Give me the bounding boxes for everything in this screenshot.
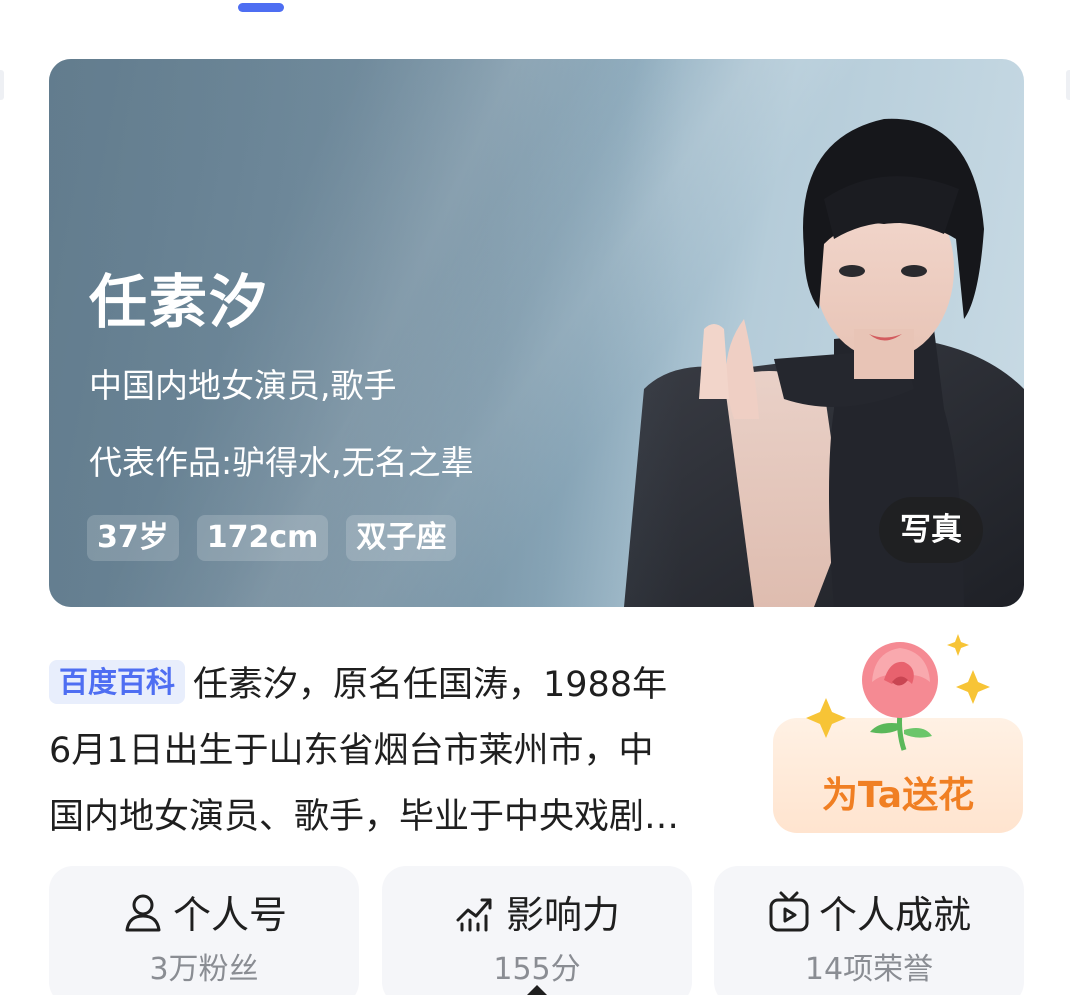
summary-line-1: 任素汐，原名任国涛，1988年: [193, 665, 668, 705]
personal-account-title: 个人号: [172, 893, 287, 937]
send-flower-label: 为Ta送花: [821, 775, 975, 816]
tab-indicator: [238, 3, 284, 12]
achievements-card[interactable]: 个人成就 14项荣誉: [714, 866, 1024, 995]
tv-play-icon: [769, 891, 809, 931]
baike-badge[interactable]: 百度百科: [49, 660, 186, 704]
trend-chart-icon: [456, 898, 492, 931]
person-name: 任素汐: [89, 268, 270, 336]
person-description: 中国内地女演员,歌手: [89, 366, 397, 405]
baike-summary[interactable]: 百度百科 任素汐，原名任国涛，1988年 6月1日出生于山东省烟台市莱州市，中 国…: [49, 652, 779, 850]
representative-works: 代表作品:驴得水,无名之辈: [89, 443, 474, 482]
summary-line-2: 6月1日出生于山东省烟台市莱州市，中: [49, 731, 654, 771]
summary-line-3: 国内地女演员、歌手，毕业于中央戏剧…: [49, 797, 680, 837]
achievements-title: 个人成就: [818, 893, 971, 937]
person-icon: [125, 894, 161, 931]
photo-gallery-button[interactable]: 写真: [879, 497, 983, 563]
influence-title: 影响力: [505, 893, 620, 937]
hero-card[interactable]: 任素汐 中国内地女演员,歌手 代表作品:驴得水,无名之辈 37岁 172cm 双…: [49, 59, 1024, 607]
adjacent-card-edge-right: [1066, 70, 1070, 100]
zodiac-tag: 双子座: [346, 515, 457, 561]
honors-count: 14项荣誉: [804, 952, 934, 987]
info-tags: 37岁 172cm 双子座: [87, 515, 457, 561]
age-tag: 37岁: [87, 515, 179, 561]
adjacent-card-edge-left: [0, 70, 4, 100]
influence-card[interactable]: 影响力 155分: [382, 866, 692, 995]
followers-count: 3万粉丝: [149, 952, 259, 987]
height-tag: 172cm: [196, 515, 329, 561]
rose-icon: [806, 634, 990, 751]
personal-account-card[interactable]: 个人号 3万粉丝: [49, 866, 359, 995]
influence-score: 155分: [493, 952, 581, 987]
selection-caret: [527, 985, 547, 995]
